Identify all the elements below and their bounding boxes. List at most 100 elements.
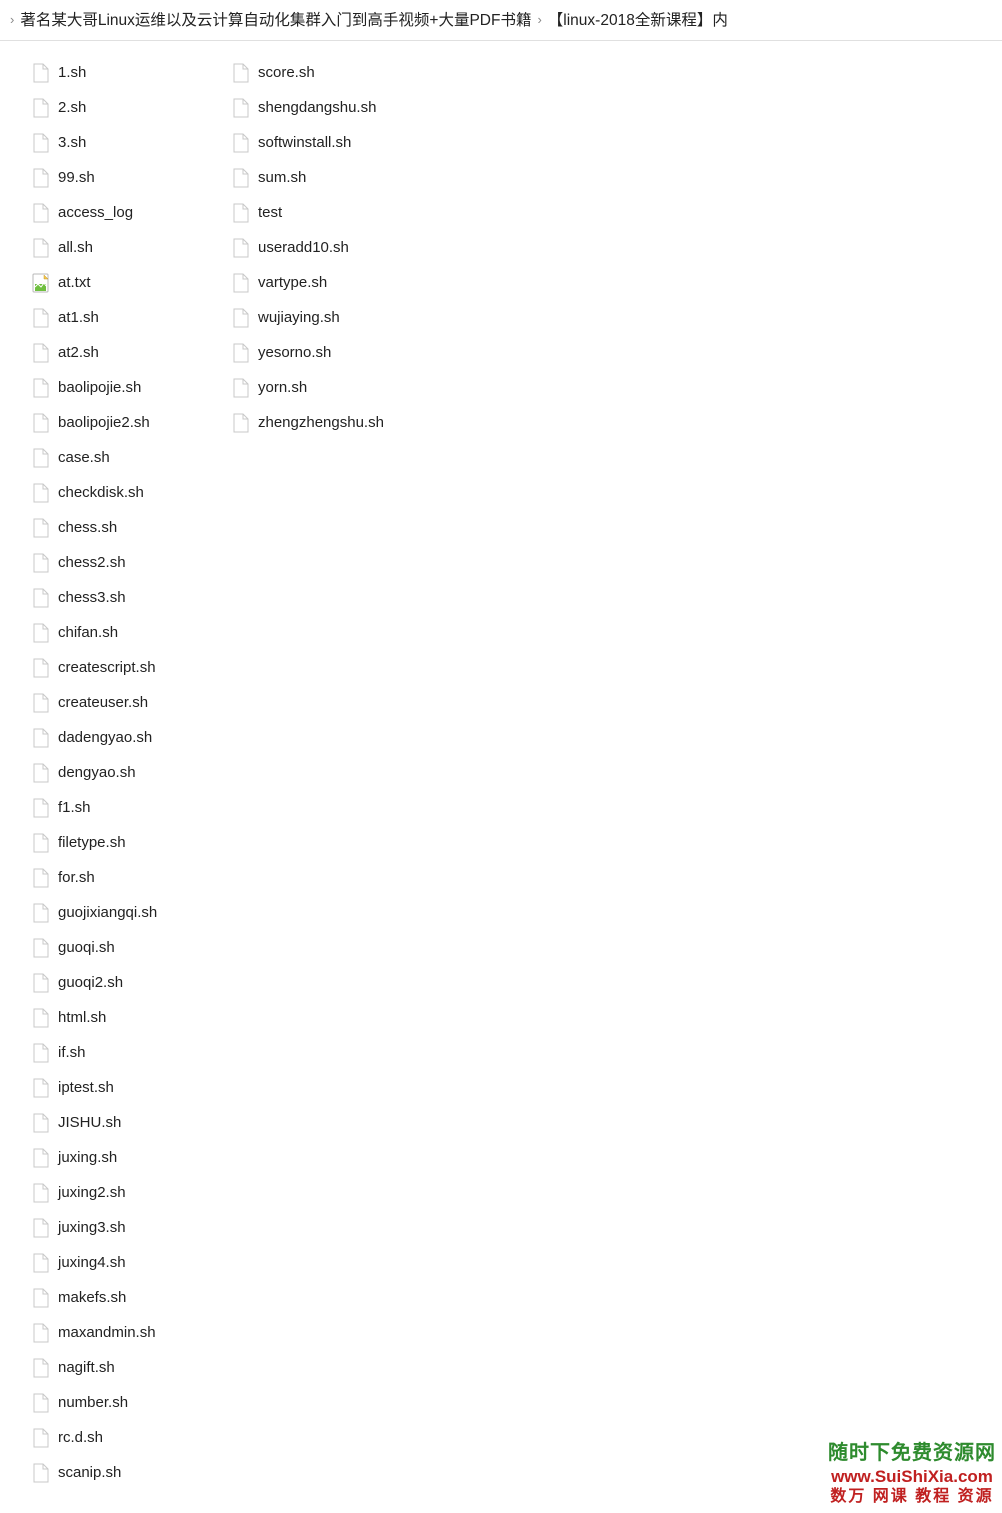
- file-item[interactable]: shengdangshu.sh: [228, 90, 428, 125]
- file-item[interactable]: useradd10.sh: [228, 230, 428, 265]
- file-icon: [32, 797, 50, 819]
- file-item[interactable]: iptest.sh: [28, 1070, 228, 1105]
- file-item[interactable]: filetype.sh: [28, 825, 228, 860]
- file-icon: [32, 202, 50, 224]
- file-item[interactable]: wujiaying.sh: [228, 300, 428, 335]
- file-item[interactable]: JISHU.sh: [28, 1105, 228, 1140]
- file-name-label: iptest.sh: [58, 1079, 114, 1096]
- file-item[interactable]: case.sh: [28, 440, 228, 475]
- file-name-label: juxing2.sh: [58, 1184, 126, 1201]
- file-name-label: JISHU.sh: [58, 1114, 121, 1131]
- file-icon: [32, 692, 50, 714]
- file-item[interactable]: 2.sh: [28, 90, 228, 125]
- file-icon: [32, 1322, 50, 1344]
- file-icon: [32, 1392, 50, 1414]
- file-item[interactable]: nagift.sh: [28, 1350, 228, 1385]
- file-name-label: makefs.sh: [58, 1289, 126, 1306]
- file-item[interactable]: dadengyao.sh: [28, 720, 228, 755]
- file-icon: [232, 272, 250, 294]
- file-icon: [32, 1182, 50, 1204]
- file-icon: [232, 307, 250, 329]
- file-item[interactable]: sum.sh: [228, 160, 428, 195]
- file-item[interactable]: at2.sh: [28, 335, 228, 370]
- file-item[interactable]: access_log: [28, 195, 228, 230]
- file-item[interactable]: baolipojie2.sh: [28, 405, 228, 440]
- file-item[interactable]: vartype.sh: [228, 265, 428, 300]
- file-item[interactable]: maxandmin.sh: [28, 1315, 228, 1350]
- file-name-label: shengdangshu.sh: [258, 99, 376, 116]
- file-item[interactable]: guoqi.sh: [28, 930, 228, 965]
- file-icon: [32, 1287, 50, 1309]
- file-icon: [32, 1042, 50, 1064]
- file-item[interactable]: scanip.sh: [28, 1455, 228, 1490]
- file-item[interactable]: guojixiangqi.sh: [28, 895, 228, 930]
- file-item[interactable]: createuser.sh: [28, 685, 228, 720]
- file-item[interactable]: rc.d.sh: [28, 1420, 228, 1455]
- file-name-label: createscript.sh: [58, 659, 156, 676]
- file-item[interactable]: for.sh: [28, 860, 228, 895]
- file-item[interactable]: 1.sh: [28, 55, 228, 90]
- file-item[interactable]: chess.sh: [28, 510, 228, 545]
- file-item[interactable]: zhengzhengshu.sh: [228, 405, 428, 440]
- file-name-label: at1.sh: [58, 309, 99, 326]
- file-item[interactable]: juxing3.sh: [28, 1210, 228, 1245]
- file-icon: [32, 377, 50, 399]
- file-item[interactable]: chess2.sh: [28, 545, 228, 580]
- file-item[interactable]: juxing4.sh: [28, 1245, 228, 1280]
- file-item[interactable]: if.sh: [28, 1035, 228, 1070]
- file-icon: [32, 97, 50, 119]
- file-item[interactable]: yorn.sh: [228, 370, 428, 405]
- file-icon: [32, 1007, 50, 1029]
- breadcrumb-item[interactable]: 著名某大哥Linux运维以及云计算自动化集群入门到高手视频+大量PDF书籍: [20, 6, 531, 32]
- file-name-label: at.txt: [58, 274, 91, 291]
- file-item[interactable]: guoqi2.sh: [28, 965, 228, 1000]
- file-item[interactable]: at1.sh: [28, 300, 228, 335]
- file-icon: [32, 1217, 50, 1239]
- file-name-label: html.sh: [58, 1009, 106, 1026]
- file-item[interactable]: 99.sh: [28, 160, 228, 195]
- text-file-icon: [32, 272, 50, 294]
- file-name-label: maxandmin.sh: [58, 1324, 156, 1341]
- file-item[interactable]: baolipojie.sh: [28, 370, 228, 405]
- file-icon: [32, 132, 50, 154]
- file-list: 1.sh2.sh3.sh99.shaccess_logall.sh at.txt a…: [0, 41, 1002, 1509]
- file-item[interactable]: chifan.sh: [28, 615, 228, 650]
- file-item[interactable]: 3.sh: [28, 125, 228, 160]
- file-item[interactable]: f1.sh: [28, 790, 228, 825]
- chevron-right-icon: ›: [10, 12, 14, 27]
- file-name-label: if.sh: [58, 1044, 86, 1061]
- file-item[interactable]: dengyao.sh: [28, 755, 228, 790]
- file-icon: [232, 202, 250, 224]
- file-name-label: yesorno.sh: [258, 344, 331, 361]
- file-item[interactable]: test: [228, 195, 428, 230]
- file-item[interactable]: checkdisk.sh: [28, 475, 228, 510]
- file-name-label: checkdisk.sh: [58, 484, 144, 501]
- breadcrumb-item[interactable]: 【linux-2018全新课程】内: [548, 6, 728, 32]
- file-item[interactable]: juxing2.sh: [28, 1175, 228, 1210]
- file-item[interactable]: chess3.sh: [28, 580, 228, 615]
- file-item[interactable]: number.sh: [28, 1385, 228, 1420]
- file-name-label: baolipojie2.sh: [58, 414, 150, 431]
- file-item[interactable]: html.sh: [28, 1000, 228, 1035]
- file-name-label: rc.d.sh: [58, 1429, 103, 1446]
- file-name-label: f1.sh: [58, 799, 91, 816]
- file-item[interactable]: createscript.sh: [28, 650, 228, 685]
- file-item[interactable]: yesorno.sh: [228, 335, 428, 370]
- file-icon: [232, 412, 250, 434]
- file-item[interactable]: softwinstall.sh: [228, 125, 428, 160]
- file-name-label: softwinstall.sh: [258, 134, 351, 151]
- file-item[interactable]: all.sh: [28, 230, 228, 265]
- file-name-label: case.sh: [58, 449, 110, 466]
- file-icon: [32, 517, 50, 539]
- file-name-label: dengyao.sh: [58, 764, 136, 781]
- file-icon: [32, 867, 50, 889]
- file-item[interactable]: juxing.sh: [28, 1140, 228, 1175]
- file-item[interactable]: makefs.sh: [28, 1280, 228, 1315]
- file-icon: [232, 377, 250, 399]
- file-icon: [32, 1427, 50, 1449]
- file-item[interactable]: score.sh: [228, 55, 428, 90]
- file-name-label: for.sh: [58, 869, 95, 886]
- file-item[interactable]: at.txt: [28, 265, 228, 300]
- file-name-label: scanip.sh: [58, 1464, 121, 1481]
- file-name-label: guojixiangqi.sh: [58, 904, 157, 921]
